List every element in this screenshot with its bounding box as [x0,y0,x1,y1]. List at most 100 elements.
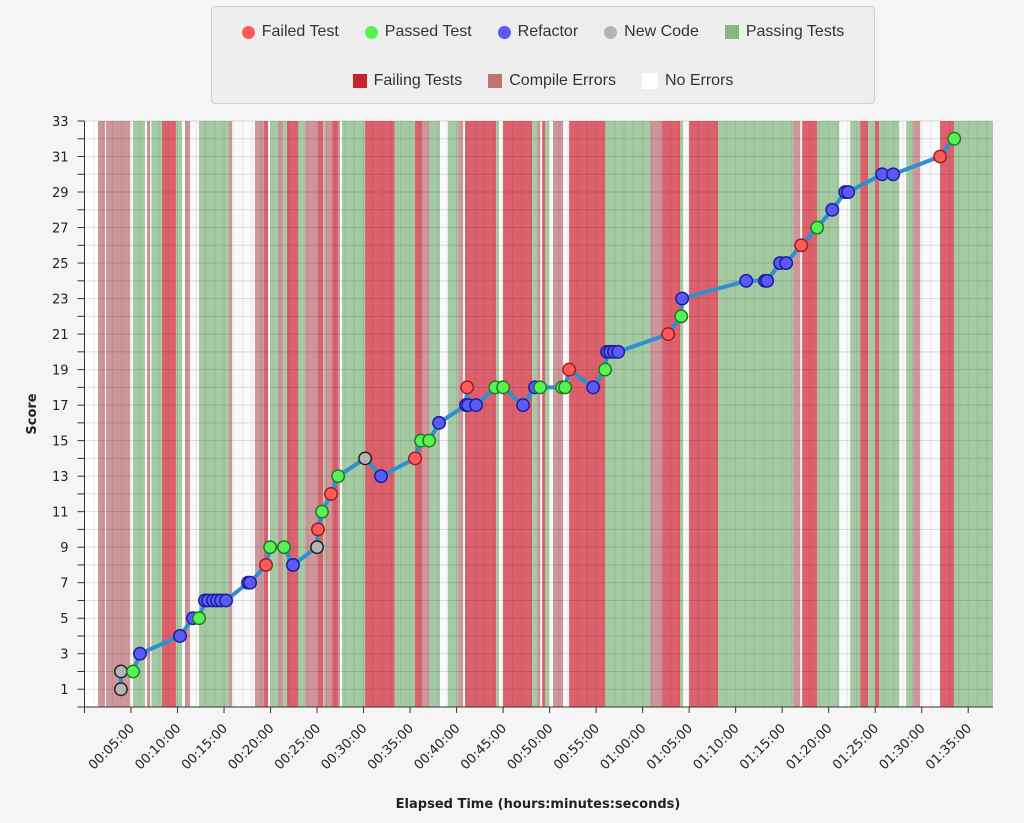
band-failing [286,121,298,707]
band-compile [337,121,340,707]
data-point-refactor[interactable] [611,344,626,359]
x-tick-label: 01:10:00 [691,721,743,773]
band-failing [940,121,955,707]
x-tick-label: 00:15:00 [179,721,231,773]
data-point-refactor[interactable] [243,575,258,590]
band-failing [662,121,681,707]
y-tick-label: 17 [52,399,69,414]
data-point-fail[interactable] [259,557,273,572]
band-compile [422,121,430,707]
x-tick-label: 01:15:00 [737,721,789,773]
band-passing [323,121,326,707]
data-point-refactor[interactable] [469,398,484,413]
data-point-refactor[interactable] [586,380,601,395]
data-point-fail[interactable] [408,451,422,466]
x-tick-label: 00:50:00 [505,721,557,773]
y-tick-label: 27 [52,222,69,237]
data-point-pass[interactable] [533,380,548,395]
data-point-pass[interactable] [263,540,278,555]
y-tick-label: 13 [52,470,69,485]
data-point-pass[interactable] [331,469,346,484]
band-compile [305,121,318,707]
band-passing [175,121,183,707]
x-tick-label: 00:10:00 [132,721,184,773]
band-failing [465,121,497,707]
data-point-pass[interactable] [126,664,140,679]
data-point-pass[interactable] [598,362,613,377]
x-tick-label: 01:05:00 [644,721,696,773]
band-compile [793,121,801,707]
data-point-new[interactable] [358,451,373,466]
band-passing [283,121,287,707]
band-compile [106,121,131,707]
data-point-pass[interactable] [947,131,962,146]
data-point-pass[interactable] [315,504,329,519]
band-passing [850,121,861,707]
data-point-fail[interactable] [311,522,325,537]
x-tick-label: 01:30:00 [877,721,929,773]
y-axis-title: Score [25,393,40,434]
data-point-refactor[interactable] [219,593,233,608]
band-passing [297,121,306,707]
data-point-fail[interactable] [661,327,676,342]
data-point-refactor[interactable] [760,273,775,288]
band-passing [868,121,876,707]
band-failing [875,121,880,707]
data-point-fail[interactable] [794,238,809,253]
data-point-pass[interactable] [192,611,207,626]
band-passing [133,121,145,707]
data-point-new[interactable] [310,540,325,555]
band-failing [332,121,338,707]
data-point-pass[interactable] [422,433,437,448]
x-tick-label: 00:40:00 [412,721,464,773]
y-tick-label: 7 [60,577,68,592]
data-point-refactor[interactable] [173,629,187,643]
y-tick-label: 29 [52,186,69,201]
data-point-refactor[interactable] [516,398,531,413]
data-point-pass[interactable] [674,309,689,324]
data-point-fail[interactable] [933,149,948,164]
band-failing [162,121,176,707]
data-point-refactor[interactable] [432,415,447,430]
x-tick-label: 01:20:00 [784,721,836,773]
data-point-refactor[interactable] [779,256,794,271]
y-tick-label: 19 [52,364,69,379]
band-passing [680,121,684,707]
data-point-refactor[interactable] [825,202,840,217]
y-tick-label: 15 [52,435,69,450]
data-point-new[interactable] [113,664,128,679]
data-point-refactor[interactable] [739,273,754,288]
x-tick-label: 00:20:00 [225,721,277,773]
data-point-refactor[interactable] [886,167,901,182]
x-tick-label: 00:25:00 [272,721,324,773]
band-compile [97,121,105,707]
data-point-pass[interactable] [277,540,291,555]
y-tick-label: 9 [60,541,68,556]
x-tick-label: 00:35:00 [365,721,417,773]
data-point-refactor[interactable] [675,291,690,306]
x-tick-label: 00:30:00 [318,721,370,773]
band-failing [860,121,869,707]
data-point-refactor[interactable] [841,185,856,199]
band-failing [689,121,719,707]
band-failing [365,121,395,707]
data-point-refactor[interactable] [374,469,389,484]
data-point-fail[interactable] [562,362,577,377]
data-point-fail[interactable] [460,380,475,395]
data-point-pass[interactable] [558,380,573,395]
data-point-refactor[interactable] [286,557,300,572]
y-tick-label: 3 [60,648,68,663]
data-point-pass[interactable] [496,380,511,395]
band-none [84,121,98,707]
band-failing [264,121,269,707]
data-point-new[interactable] [113,682,128,697]
x-tick-label: 01:25:00 [830,721,882,773]
data-point-pass[interactable] [810,220,825,235]
data-point-refactor[interactable] [133,646,147,661]
score-over-time-chart: 1357911131517192123252729313300:05:0000:… [25,115,993,812]
band-compile [537,121,541,707]
y-tick-label: 31 [52,151,69,166]
band-passing [545,121,550,707]
data-point-fail[interactable] [324,486,338,501]
y-tick-label: 33 [52,115,69,130]
